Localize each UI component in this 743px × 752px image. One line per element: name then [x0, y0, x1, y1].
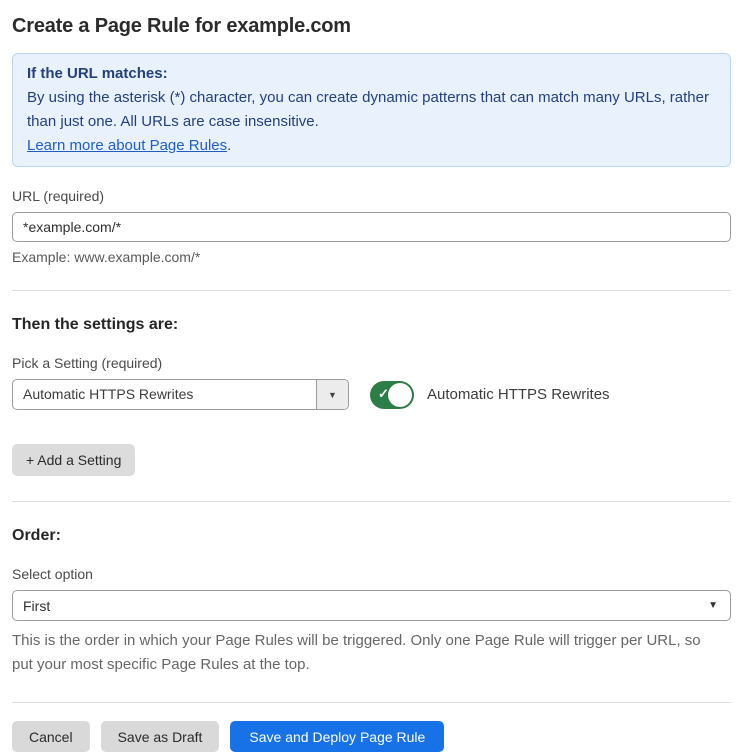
info-box-heading: If the URL matches: [27, 65, 168, 82]
https-rewrites-toggle[interactable]: ✓ [370, 380, 414, 409]
url-example-hint: Example: www.example.com/* [12, 249, 201, 265]
chevron-down-icon: ▼ [708, 600, 718, 611]
order-select-label: Select option [12, 566, 93, 582]
url-matches-info-box: If the URL matches: By using the asteris… [12, 53, 731, 167]
save-and-deploy-button[interactable]: Save and Deploy Page Rule [230, 721, 445, 752]
settings-section-heading: Then the settings are: [12, 316, 179, 333]
link-suffix: . [227, 137, 232, 154]
info-box-link-line: Learn more about Page Rules. [27, 134, 716, 158]
add-setting-button[interactable]: + Add a Setting [12, 444, 136, 476]
setting-select-value: Automatic HTTPS Rewrites [23, 386, 194, 402]
divider [12, 702, 731, 703]
footer-actions: Cancel Save as Draft Save and Deploy Pag… [12, 721, 731, 752]
toggle-label: Automatic HTTPS Rewrites [427, 386, 610, 403]
info-box-body: By using the asterisk (*) character, you… [27, 89, 709, 130]
save-as-draft-button[interactable]: Save as Draft [100, 721, 220, 752]
toggle-knob [388, 382, 412, 407]
divider [12, 290, 731, 291]
url-field-label: URL (required) [12, 188, 105, 204]
page-title: Create a Page Rule for example.com [12, 15, 351, 37]
order-section-heading: Order: [12, 527, 61, 544]
cancel-button[interactable]: Cancel [12, 721, 90, 752]
chevron-down-icon: ▼ [328, 389, 337, 400]
order-select-value: First [23, 597, 51, 614]
url-input[interactable] [12, 212, 731, 242]
setting-select-arrow-button[interactable]: ▼ [316, 380, 348, 409]
order-select[interactable]: First ▼ [12, 590, 731, 621]
learn-more-link[interactable]: Learn more about Page Rules [27, 137, 227, 154]
divider [12, 501, 731, 502]
setting-row: Automatic HTTPS Rewrites ▼ ✓ Automatic H… [12, 379, 731, 410]
order-description: This is the order in which your Page Rul… [12, 632, 701, 673]
pick-setting-label: Pick a Setting (required) [12, 355, 163, 371]
setting-select[interactable]: Automatic HTTPS Rewrites ▼ [12, 379, 349, 410]
page-rule-form: Create a Page Rule for example.com If th… [0, 15, 743, 752]
